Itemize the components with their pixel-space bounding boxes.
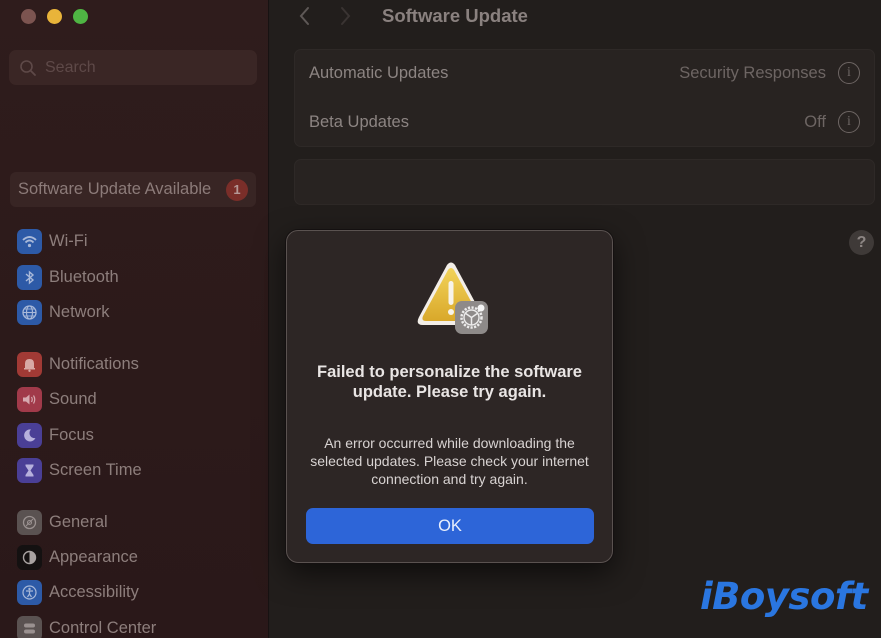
- sidebar-item-label: Accessibility: [49, 582, 139, 601]
- close-window-button[interactable]: [21, 9, 36, 24]
- dialog-title: Failed to personalize the software updat…: [317, 363, 582, 401]
- zoom-window-button[interactable]: [73, 9, 88, 24]
- sidebar-item-label: Network: [49, 302, 110, 321]
- update-status-card: [294, 159, 875, 205]
- sidebar-item-label: Bluetooth: [49, 267, 119, 286]
- search-icon: [20, 59, 36, 76]
- wifi-icon: [17, 228, 42, 254]
- moon-icon: [17, 422, 42, 448]
- globe-icon: [17, 299, 42, 325]
- update-count-badge: 1: [226, 178, 248, 201]
- sidebar: Software Update Available 1 Wi-Fi Blueto…: [0, 0, 269, 638]
- sidebar-item-label: Sound: [49, 389, 97, 408]
- bell-icon: [17, 351, 42, 377]
- speaker-icon: [17, 386, 42, 412]
- sidebar-item-notifications[interactable]: Notifications: [17, 350, 139, 378]
- sidebar-item-label: Screen Time: [49, 460, 142, 479]
- automatic-updates-value: Security Responses: [679, 63, 826, 82]
- beta-updates-label: Beta Updates: [309, 112, 409, 131]
- search-input[interactable]: [45, 58, 245, 77]
- sidebar-item-label: Focus: [49, 425, 94, 444]
- gear-icon: [17, 509, 42, 535]
- sidebar-item-label: Control Center: [49, 618, 157, 637]
- sidebar-item-general[interactable]: General: [17, 508, 108, 536]
- automatic-updates-row: Automatic Updates Security Responses i: [309, 58, 860, 88]
- sidebar-item-label: Software Update Available: [18, 180, 212, 198]
- update-settings-card: Automatic Updates Security Responses i B…: [294, 49, 875, 147]
- automatic-updates-label: Automatic Updates: [309, 63, 449, 82]
- ok-button[interactable]: OK: [306, 508, 594, 544]
- warning-icon: [417, 262, 488, 334]
- minimize-window-button[interactable]: [47, 9, 62, 24]
- sidebar-item-network[interactable]: Network: [17, 298, 110, 326]
- forward-button[interactable]: [336, 4, 354, 28]
- sidebar-item-wifi[interactable]: Wi-Fi: [17, 227, 87, 255]
- bluetooth-icon: [17, 264, 42, 290]
- iboysoft-watermark-logo: iBoysoft: [700, 575, 868, 618]
- sidebar-item-software-update-available[interactable]: Software Update Available 1: [10, 172, 256, 207]
- page-title: Software Update: [382, 5, 528, 26]
- sidebar-item-label: Notifications: [49, 354, 139, 373]
- accessibility-icon: [17, 579, 42, 605]
- back-button[interactable]: [296, 4, 314, 28]
- sidebar-item-screen-time[interactable]: Screen Time: [17, 456, 142, 484]
- dialog-message: An error occurred while downloading the …: [310, 435, 589, 487]
- sidebar-item-appearance[interactable]: Appearance: [17, 543, 138, 571]
- sidebar-item-bluetooth[interactable]: Bluetooth: [17, 263, 119, 291]
- sidebar-item-label: General: [49, 512, 108, 531]
- settings-gear-badge: [455, 301, 488, 334]
- control-center-icon: [17, 615, 42, 638]
- window-controls: [21, 9, 88, 24]
- sidebar-item-label: Wi-Fi: [49, 231, 88, 250]
- error-dialog: Failed to personalize the software updat…: [286, 230, 613, 563]
- sidebar-item-accessibility[interactable]: Accessibility: [17, 578, 139, 606]
- navigation-arrows: [296, 4, 354, 28]
- beta-updates-row: Beta Updates Off i: [309, 107, 860, 137]
- hourglass-icon: [17, 457, 42, 483]
- help-button[interactable]: ?: [849, 230, 874, 255]
- appearance-icon: [17, 544, 42, 570]
- beta-updates-value: Off: [804, 112, 826, 131]
- sidebar-item-focus[interactable]: Focus: [17, 421, 94, 449]
- info-icon[interactable]: i: [838, 62, 860, 84]
- sidebar-item-label: Appearance: [49, 547, 138, 566]
- info-icon[interactable]: i: [838, 111, 860, 133]
- search-field[interactable]: [9, 50, 257, 85]
- sidebar-item-sound[interactable]: Sound: [17, 385, 97, 413]
- sidebar-item-control-center[interactable]: Control Center: [17, 614, 156, 638]
